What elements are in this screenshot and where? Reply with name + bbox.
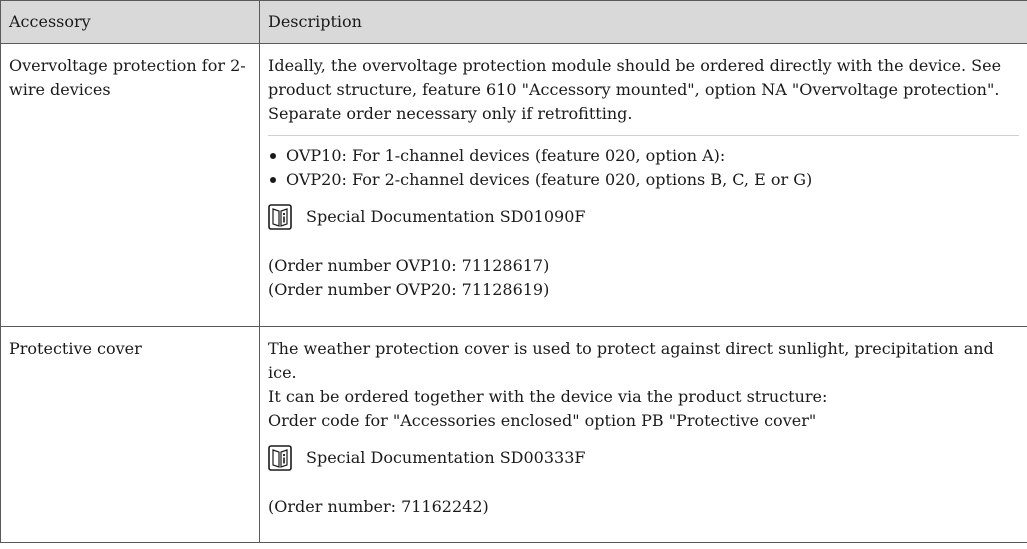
description-line: The weather protection cover is used to … xyxy=(268,339,994,382)
accessory-name: Protective cover xyxy=(9,339,142,358)
bullet-icon xyxy=(270,177,276,183)
doc-reference-text: Special Documentation SD00333F xyxy=(306,448,586,467)
order-number: (Order number OVP10: 71128617) xyxy=(268,256,550,275)
description-line: It can be ordered together with the devi… xyxy=(268,387,828,406)
document-info-icon xyxy=(268,204,292,230)
options-list: OVP10: For 1-channel devices (feature 02… xyxy=(268,144,1019,192)
table-header-row: Accessory Description xyxy=(0,0,1027,44)
description-cell: Ideally, the overvoltage protection modu… xyxy=(259,43,1027,327)
accessories-table: Accessory Description Overvoltage protec… xyxy=(0,0,1027,543)
table-row: Overvoltage protection for 2-wire device… xyxy=(0,43,1027,327)
description-cell: The weather protection cover is used to … xyxy=(259,326,1027,543)
description-line: Order code for "Accessories enclosed" op… xyxy=(268,411,817,430)
table-row: Protective cover The weather protection … xyxy=(0,326,1027,543)
order-number: (Order number OVP20: 71128619) xyxy=(268,280,550,299)
order-numbers: (Order number OVP10: 71128617) (Order nu… xyxy=(268,254,1019,302)
list-item: OVP10: For 1-channel devices (feature 02… xyxy=(268,144,1019,168)
doc-reference: Special Documentation SD01090F xyxy=(268,202,1019,232)
option-text: OVP20: For 2-channel devices (feature 02… xyxy=(286,170,813,189)
accessory-cell: Overvoltage protection for 2-wire device… xyxy=(0,43,260,327)
order-numbers: (Order number: 71162242) xyxy=(268,495,1019,519)
divider xyxy=(268,135,1019,136)
doc-reference-text: Special Documentation SD01090F xyxy=(306,207,586,226)
description-intro: Ideally, the overvoltage protection modu… xyxy=(268,56,1002,123)
header-description: Description xyxy=(259,0,1027,44)
option-text: OVP10: For 1-channel devices (feature 02… xyxy=(286,146,726,165)
accessory-cell: Protective cover xyxy=(0,326,260,543)
bullet-icon xyxy=(270,153,276,159)
header-accessory: Accessory xyxy=(0,0,260,44)
document-info-icon xyxy=(268,445,292,471)
order-number: (Order number: 71162242) xyxy=(268,497,489,516)
list-item: OVP20: For 2-channel devices (feature 02… xyxy=(268,168,1019,192)
doc-reference: Special Documentation SD00333F xyxy=(268,443,1019,473)
accessory-name: Overvoltage protection for 2-wire device… xyxy=(9,56,246,99)
